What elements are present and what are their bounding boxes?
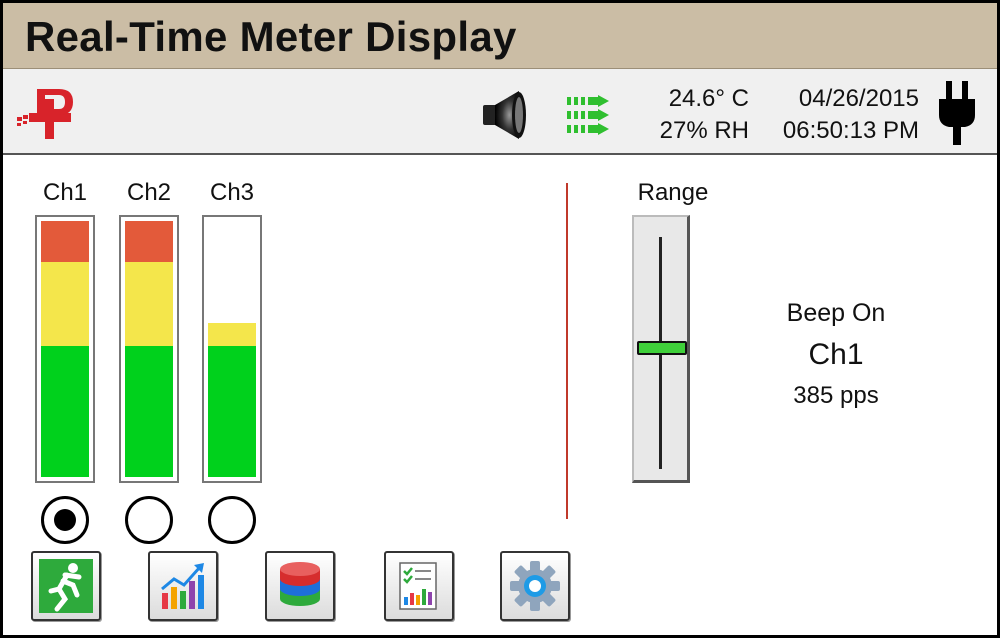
meter-segment-yellow: [41, 262, 89, 346]
page-title: Real-Time Meter Display: [25, 13, 517, 60]
meter-segment-green: [41, 346, 89, 477]
channel-label-ch3: Ch3: [209, 179, 255, 206]
channel-select-ch2[interactable]: [125, 496, 173, 544]
settings-gear-icon: [510, 561, 560, 611]
range-slider[interactable]: [632, 215, 690, 483]
meter-segment-green: [208, 346, 256, 477]
temperature-readout: 24.6° C: [668, 85, 749, 112]
chart-button[interactable]: [148, 551, 218, 621]
vertical-divider: [566, 183, 568, 519]
signal-arrows-icon: [567, 95, 609, 135]
meter-segment-yellow: [125, 262, 173, 346]
date-readout: 04/26/2015: [798, 85, 919, 112]
meter-ch1: [35, 215, 95, 483]
settings-button[interactable]: [500, 551, 570, 621]
report-icon: [399, 562, 437, 610]
database-icon: [280, 562, 320, 606]
status-bar: 24.6° C 27% RH 04/26/2015 06:50:13 PM: [3, 69, 997, 155]
run-button[interactable]: [31, 551, 101, 621]
meter-segment-green: [125, 346, 173, 477]
humidity-readout: 27% RH: [659, 117, 749, 144]
report-button[interactable]: [384, 551, 454, 621]
time-readout: 06:50:13 PM: [782, 117, 919, 144]
meter-window: Real-Time Meter Display 24.6° C 27% RH 0…: [3, 3, 997, 635]
database-button[interactable]: [265, 551, 335, 621]
channel-label-ch2: Ch2: [126, 179, 172, 206]
meter-ch3: [202, 215, 262, 483]
meter-segment-red: [41, 221, 89, 262]
meter-segment-red: [125, 221, 173, 262]
power-plug-icon: [939, 81, 975, 145]
beep-status: Beep On: [786, 299, 886, 327]
run-icon: [39, 559, 93, 613]
meter-ch2: [119, 215, 179, 483]
title-bar: Real-Time Meter Display: [3, 3, 997, 69]
channel-label-ch1: Ch1: [42, 179, 88, 206]
beep-channel: Ch1: [808, 338, 864, 371]
chart-icon: [161, 563, 204, 609]
channel-select-ch1[interactable]: [41, 496, 89, 544]
logo-icon: [17, 89, 73, 139]
range-label: Range: [637, 179, 709, 206]
radio-selected-dot: [54, 509, 76, 531]
channel-select-ch3[interactable]: [208, 496, 256, 544]
meter-segment-yellow: [208, 323, 256, 346]
speaker-icon[interactable]: [479, 89, 529, 141]
range-slider-thumb[interactable]: [637, 341, 687, 356]
beep-rate: 385 pps: [793, 382, 879, 409]
beep-info-panel: Beep On Ch1 385 pps: [743, 299, 929, 410]
